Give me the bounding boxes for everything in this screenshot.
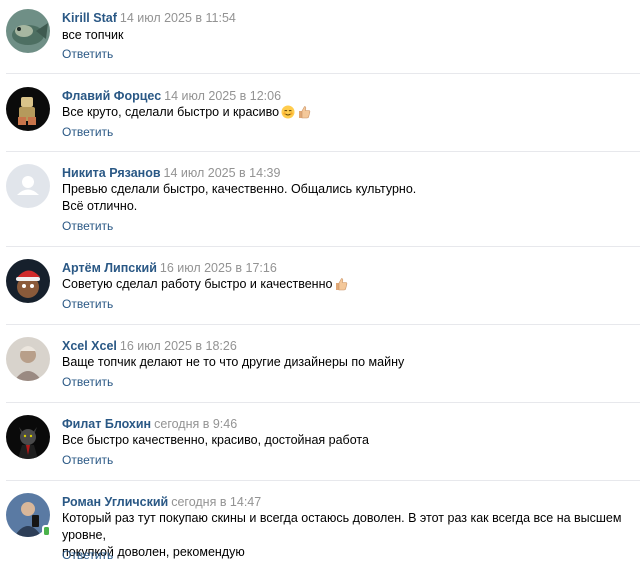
thumbs-up-emoji-icon xyxy=(297,105,311,124)
comment-text-line: покупкой доволен, рекомендую xyxy=(62,545,245,559)
avatar[interactable] xyxy=(6,493,51,537)
comment-header: Никита Рязанов 14 июл 2025 в 14:39 xyxy=(62,165,280,181)
divider xyxy=(6,151,640,152)
avatar-fish-icon xyxy=(6,9,50,53)
comment-text-line: Все быстро качественно, красиво, достойн… xyxy=(62,433,369,447)
reply-button[interactable]: Ответить xyxy=(62,297,113,311)
avatar[interactable] xyxy=(6,415,50,459)
author-link[interactable]: Артём Липский xyxy=(62,261,157,275)
comment-date[interactable]: 16 июл 2025 в 17:16 xyxy=(160,261,277,275)
thumbs-up-emoji-icon xyxy=(334,277,348,296)
default-user-icon xyxy=(6,164,50,208)
divider xyxy=(6,480,640,481)
avatar-person-icon xyxy=(6,337,50,381)
reply-button[interactable]: Ответить xyxy=(62,548,113,562)
comment-header: Роман Угличский сегодня в 14:47 xyxy=(62,494,261,510)
comment-text: все топчик xyxy=(62,27,632,44)
reply-button[interactable]: Ответить xyxy=(62,219,113,233)
comment-date[interactable]: сегодня в 14:47 xyxy=(171,495,261,509)
comments-feed: Kirill Staf 14 июл 2025 в 11:54 все топчи… xyxy=(0,0,640,567)
avatar[interactable] xyxy=(6,337,50,381)
comment-text-line: Превью сделали быстро, качественно. Обща… xyxy=(62,182,417,196)
reply-button[interactable]: Ответить xyxy=(62,47,113,61)
avatar[interactable] xyxy=(6,164,50,208)
divider xyxy=(6,324,640,325)
author-link[interactable]: Филат Блохин xyxy=(62,417,151,431)
comment-text: Ваще топчик делают не то что другие диза… xyxy=(62,354,632,371)
comment-text: Который раз тут покупаю скины и всегда о… xyxy=(62,510,632,561)
online-status-icon xyxy=(42,525,51,537)
avatar[interactable] xyxy=(6,87,50,131)
comment-text-line: Советую сделал работу быстро и качествен… xyxy=(62,276,632,296)
reply-button[interactable]: Ответить xyxy=(62,125,113,139)
author-link[interactable]: Kirill Staf xyxy=(62,11,117,25)
comment-header: Филат Блохин сегодня в 9:46 xyxy=(62,416,237,432)
avatar[interactable] xyxy=(6,259,50,303)
avatar-cat-in-suit-icon xyxy=(6,415,50,459)
avatar-santa-hat-icon xyxy=(6,259,50,303)
comment-header: Xcel Xcel 16 июл 2025 в 18:26 xyxy=(62,338,237,354)
relieved-face-emoji-icon xyxy=(281,105,295,124)
comment-date[interactable]: 14 июл 2025 в 11:54 xyxy=(120,11,236,25)
comment-text-line: Все круто, сделали быстро и красиво xyxy=(62,104,632,124)
comment-text: Превью сделали быстро, качественно. Обща… xyxy=(62,181,632,215)
comment-text: Все круто, сделали быстро и красиво xyxy=(62,104,632,124)
divider xyxy=(6,73,640,74)
comment-text-line: Который раз тут покупаю скины и всегда о… xyxy=(62,511,622,542)
comment-date[interactable]: 14 июл 2025 в 14:39 xyxy=(164,166,281,180)
divider xyxy=(6,246,640,247)
author-link[interactable]: Флавий Форцес xyxy=(62,89,161,103)
comment-text-segment: Все круто, сделали быстро и красиво xyxy=(62,105,280,119)
comment-text: Все быстро качественно, красиво, достойн… xyxy=(62,432,632,449)
reply-button[interactable]: Ответить xyxy=(62,453,113,467)
author-link[interactable]: Xcel Xcel xyxy=(62,339,117,353)
comment-text-segment: Советую сделал работу быстро и качествен… xyxy=(62,277,333,291)
reply-button[interactable]: Ответить xyxy=(62,375,113,389)
comment-text-line: все топчик xyxy=(62,28,124,42)
divider xyxy=(6,402,640,403)
avatar[interactable] xyxy=(6,9,50,53)
comment-text: Советую сделал работу быстро и качествен… xyxy=(62,276,632,296)
comment-header: Артём Липский 16 июл 2025 в 17:16 xyxy=(62,260,277,276)
comment-date[interactable]: 14 июл 2025 в 12:06 xyxy=(164,89,281,103)
author-link[interactable]: Никита Рязанов xyxy=(62,166,161,180)
comment-date[interactable]: сегодня в 9:46 xyxy=(154,417,237,431)
comment-date[interactable]: 16 июл 2025 в 18:26 xyxy=(120,339,237,353)
comment-text-line: Всё отлично. xyxy=(62,199,138,213)
author-link[interactable]: Роман Угличский xyxy=(62,495,168,509)
comment-header: Флавий Форцес 14 июл 2025 в 12:06 xyxy=(62,88,281,104)
comment-header: Kirill Staf 14 июл 2025 в 11:54 xyxy=(62,10,236,26)
avatar-figure-icon xyxy=(6,87,50,131)
comment-text-line: Ваще топчик делают не то что другие диза… xyxy=(62,355,405,369)
